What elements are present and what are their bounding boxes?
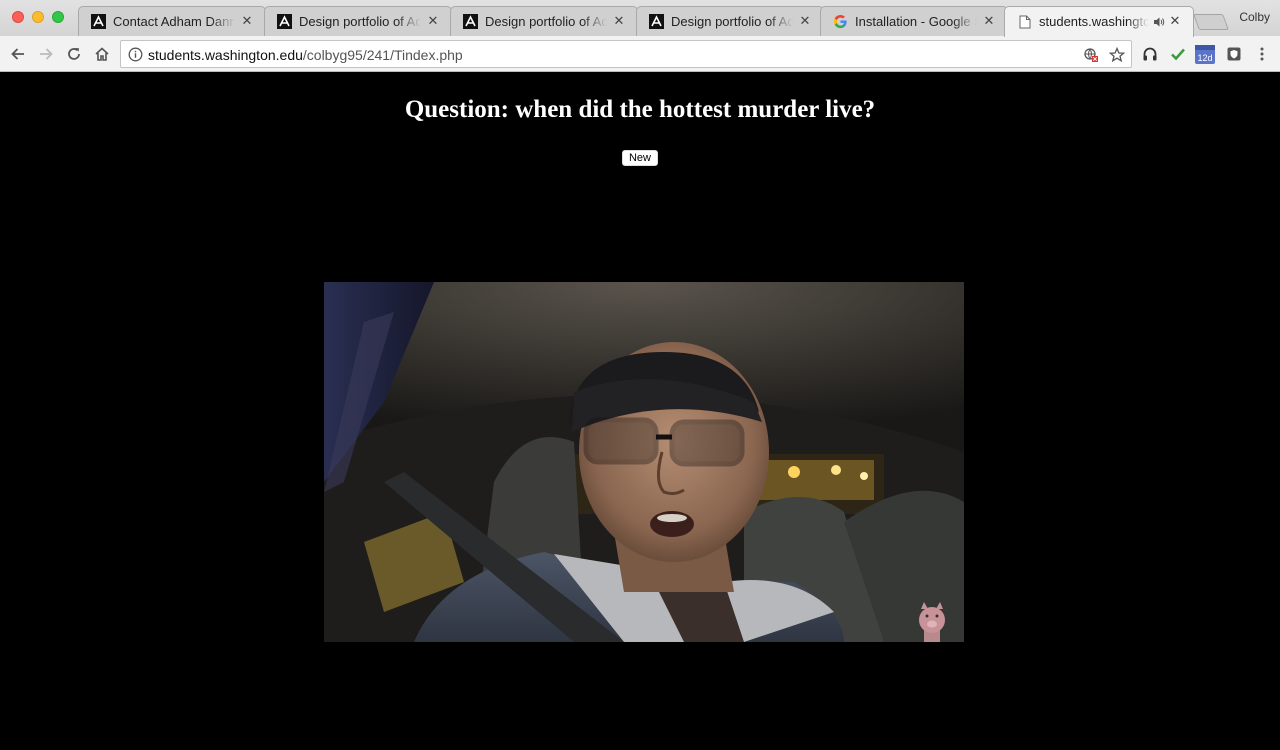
close-icon[interactable]: ✕ xyxy=(241,13,253,28)
forward-arrow-icon[interactable] xyxy=(36,44,56,64)
url-host: students.washington.edu xyxy=(148,47,303,63)
url-path: /colbyg95/241/Tindex.php xyxy=(302,47,463,63)
tab-contact-adham[interactable]: Contact Adham Dannaway ✕ xyxy=(78,6,266,36)
star-icon[interactable] xyxy=(1108,46,1126,63)
page-content: Question: when did the hottest murder li… xyxy=(0,73,1280,750)
reload-icon[interactable] xyxy=(64,44,84,64)
video-frame xyxy=(324,282,964,642)
close-icon[interactable]: ✕ xyxy=(427,13,439,28)
tab-title: students.washington.edu xyxy=(1039,14,1149,29)
shield-extension-icon[interactable] xyxy=(1225,45,1243,63)
ad-logo-icon xyxy=(463,14,478,29)
video-player[interactable] xyxy=(324,282,964,642)
new-tab-button[interactable] xyxy=(1193,14,1229,30)
google-g-icon xyxy=(833,14,848,29)
back-arrow-icon[interactable] xyxy=(8,44,28,64)
tab-title: Design portfolio of Adham xyxy=(671,14,793,29)
tab-title: Design portfolio of Adham xyxy=(299,14,421,29)
close-window-button[interactable] xyxy=(12,11,24,23)
ad-logo-icon xyxy=(91,14,106,29)
close-icon[interactable]: ✕ xyxy=(613,13,625,28)
calendar-extension-icon[interactable]: 12d xyxy=(1194,43,1216,65)
new-button[interactable]: New xyxy=(622,150,658,166)
tab-students-washington[interactable]: students.washington.edu ✕ xyxy=(1004,6,1194,37)
profile-name[interactable]: Colby xyxy=(1239,10,1270,24)
home-icon[interactable] xyxy=(92,44,112,64)
tab-design-portfolio-3[interactable]: Design portfolio of Adham ✕ xyxy=(636,6,824,36)
close-icon[interactable]: ✕ xyxy=(983,13,995,28)
address-bar[interactable]: students.washington.edu/colbyg95/241/Tin… xyxy=(120,40,1132,68)
ad-logo-icon xyxy=(277,14,292,29)
tab-design-portfolio-1[interactable]: Design portfolio of Adham ✕ xyxy=(264,6,452,36)
tab-title: Contact Adham Dannaway xyxy=(113,14,235,29)
page-icon xyxy=(1017,14,1032,29)
speaker-icon[interactable] xyxy=(1153,15,1165,27)
ad-logo-icon xyxy=(649,14,664,29)
tab-design-portfolio-2[interactable]: Design portfolio of Adham ✕ xyxy=(450,6,638,36)
close-icon[interactable]: ✕ xyxy=(799,13,811,28)
question-heading: Question: when did the hottest murder li… xyxy=(404,96,876,123)
info-icon[interactable] xyxy=(128,47,143,62)
blocked-content-icon[interactable] xyxy=(1083,47,1099,63)
tab-title: Design portfolio of Adham xyxy=(485,14,607,29)
minimize-window-button[interactable] xyxy=(32,11,44,23)
checkmark-icon[interactable] xyxy=(1169,45,1187,63)
close-icon[interactable]: ✕ xyxy=(1169,13,1181,28)
tab-installation-google[interactable]: Installation - Google Search ✕ xyxy=(820,6,1008,36)
zoom-window-button[interactable] xyxy=(52,11,64,23)
menu-icon[interactable] xyxy=(1253,45,1271,63)
calendar-badge: 12d xyxy=(1197,53,1212,63)
tab-title: Installation - Google Search xyxy=(855,14,977,29)
browser-toolbar: students.washington.edu/colbyg95/241/Tin… xyxy=(0,36,1280,72)
tab-strip: Contact Adham Dannaway ✕ Design portfoli… xyxy=(0,0,1280,37)
headphones-icon[interactable] xyxy=(1141,45,1159,63)
url-text[interactable]: students.washington.edu/colbyg95/241/Tin… xyxy=(148,47,463,63)
